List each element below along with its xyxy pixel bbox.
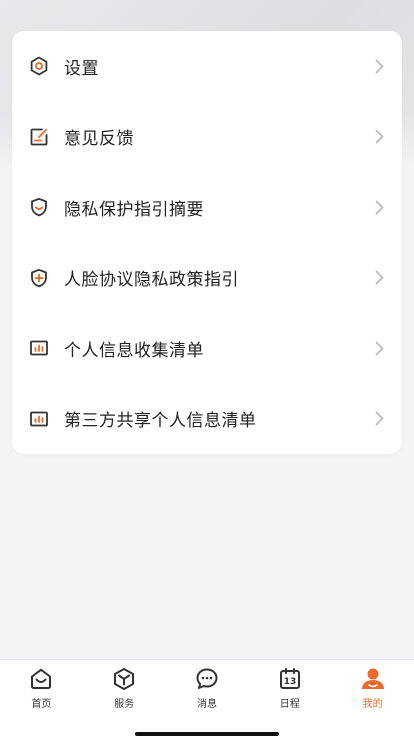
shield-plus-icon <box>28 267 50 289</box>
menu-item-label: 意见反馈 <box>64 129 134 150</box>
tab-label: 服务 <box>114 699 135 710</box>
chevron-right-icon <box>372 270 386 286</box>
cube-icon <box>111 666 137 692</box>
tab-schedule[interactable]: 13 日程 <box>248 666 331 716</box>
bottom-tab-bar: 首页 服务 消息 13 日程 我的 <box>0 659 414 736</box>
home-icon <box>28 666 54 692</box>
menu-item-label: 第三方共享个人信息清单 <box>64 411 257 432</box>
menu-item-label: 个人信息收集清单 <box>64 340 204 361</box>
home-indicator <box>135 732 279 736</box>
menu-item-feedback[interactable]: 意见反馈 <box>12 102 402 173</box>
menu-item-label: 设置 <box>64 58 99 79</box>
tab-home[interactable]: 首页 <box>0 666 83 716</box>
menu-item-personal-info-collection[interactable]: 个人信息收集清单 <box>12 313 402 384</box>
tab-label: 首页 <box>31 699 52 710</box>
menu-item-face-privacy-policy[interactable]: 人脸协议隐私政策指引 <box>12 243 402 314</box>
chevron-right-icon <box>372 58 386 74</box>
shield-icon <box>28 196 50 218</box>
tab-label: 我的 <box>362 699 383 710</box>
tab-messages[interactable]: 消息 <box>166 666 249 716</box>
chevron-right-icon <box>372 340 386 356</box>
menu-item-label: 隐私保护指引摘要 <box>64 199 204 220</box>
tab-label: 消息 <box>196 699 217 710</box>
tab-services[interactable]: 服务 <box>83 666 166 716</box>
tab-label: 日程 <box>279 699 300 710</box>
tab-profile[interactable]: 我的 <box>331 666 414 716</box>
chevron-right-icon <box>372 199 386 215</box>
menu-item-privacy-summary[interactable]: 隐私保护指引摘要 <box>12 172 402 243</box>
chevron-right-icon <box>372 411 386 427</box>
profile-icon <box>360 666 386 692</box>
chevron-right-icon <box>372 129 386 145</box>
settings-hexagon-icon <box>28 55 50 77</box>
calendar-icon: 13 <box>277 666 303 692</box>
settings-menu-card: 设置 意见反馈 隐私保护指引摘要 人脸协议隐私政策指引 个人信息收集清单 第三方… <box>12 31 402 454</box>
chart-list-icon <box>28 337 50 359</box>
calendar-day-number: 13 <box>284 677 297 687</box>
chart-list-icon <box>28 408 50 430</box>
menu-item-label: 人脸协议隐私政策指引 <box>64 270 239 291</box>
feedback-icon <box>28 126 50 148</box>
message-icon <box>194 666 220 692</box>
menu-item-third-party-sharing[interactable]: 第三方共享个人信息清单 <box>12 384 402 455</box>
menu-item-settings[interactable]: 设置 <box>12 31 402 102</box>
